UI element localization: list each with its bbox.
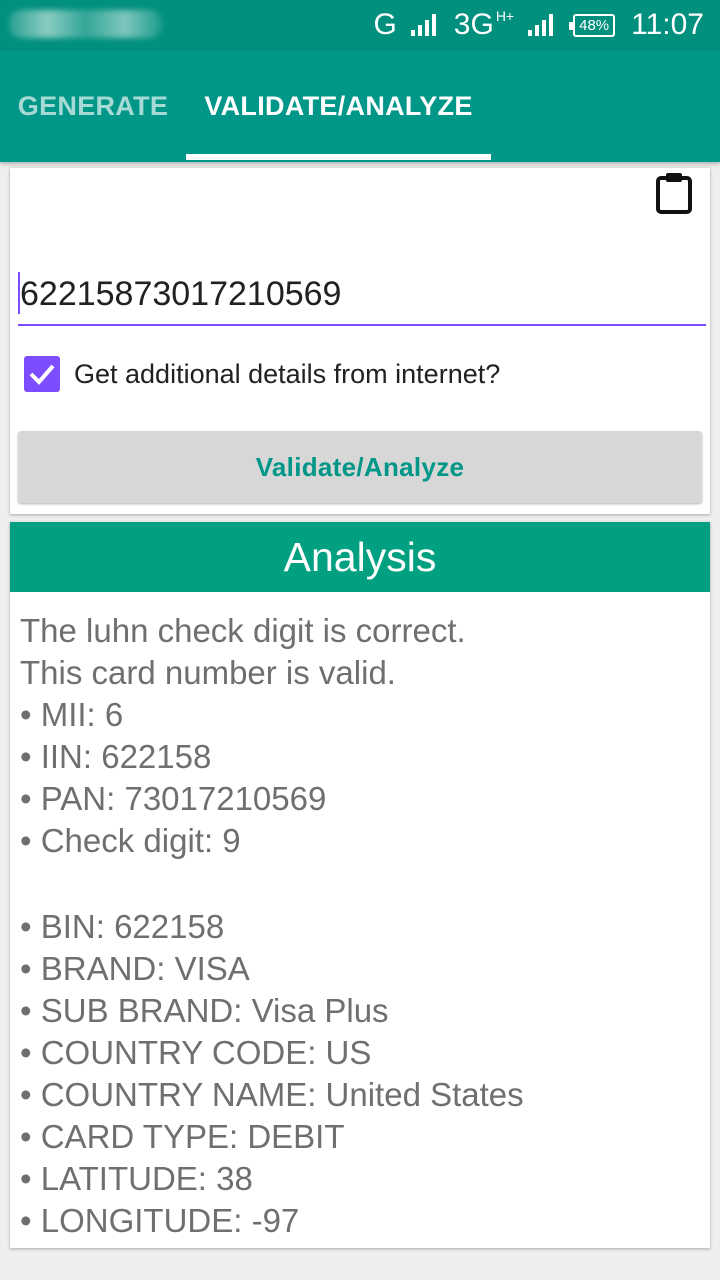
analysis-line: • IIN: 622158 [20,738,212,775]
internet-details-option[interactable]: Get additional details from internet? [24,354,500,394]
clipboard-icon[interactable] [656,172,692,214]
analysis-line: This card number is valid. [20,654,396,691]
validate-analyze-button[interactable]: Validate/Analyze [18,431,702,503]
tab-generate[interactable]: GENERATE [0,50,186,162]
internet-details-label: Get additional details from internet? [74,358,501,389]
signal-strength-icon [410,14,436,36]
validate-card: Get additional details from internet? Va… [10,168,710,514]
status-bar: G 3G H+ 48% 11:07 [0,0,720,50]
detail-line: • LATITUDE: 38 [20,1160,253,1197]
network-g-label: G [373,8,397,41]
detail-line: • COUNTRY NAME: United States [20,1076,524,1113]
check-icon [29,364,55,385]
analysis-line: • PAN: 73017210569 [20,780,327,817]
network-hplus-label: H+ [495,8,515,24]
tab-selected-indicator [186,154,491,160]
detail-line: • SUB BRAND: Visa Plus [20,992,389,1029]
status-indicators: G 3G H+ 48% 11:07 [373,0,704,50]
detail-line: • LONGITUDE: -97 [20,1202,300,1239]
clock: 11:07 [631,8,704,41]
detail-line: • BIN: 622158 [20,908,225,945]
analysis-line: The luhn check digit is correct. [20,612,466,649]
internet-details-checkbox[interactable] [24,356,60,392]
notification-icons-blurred [8,10,163,38]
analysis-line: • MII: 6 [20,696,124,733]
tab-validate-analyze[interactable]: VALIDATE/ANALYZE [186,50,491,162]
analysis-panel: Analysis The luhn check digit is correct… [10,522,710,1248]
card-number-input[interactable] [18,264,706,326]
analysis-title: Analysis [10,522,710,592]
battery-level: 48% [579,16,610,34]
analysis-line: • Check digit: 9 [20,822,241,859]
detail-line: • BRAND: VISA [20,950,250,987]
detail-line: • CARD TYPE: DEBIT [20,1118,345,1155]
analysis-result: The luhn check digit is correct. This ca… [10,592,710,1242]
tab-bar: GENERATE VALIDATE/ANALYZE [0,50,720,162]
battery-icon: 48% [569,13,616,37]
network-3g-label: 3G [453,8,494,41]
signal-strength-icon-2 [528,14,554,36]
detail-line: • COUNTRY CODE: US [20,1034,372,1071]
